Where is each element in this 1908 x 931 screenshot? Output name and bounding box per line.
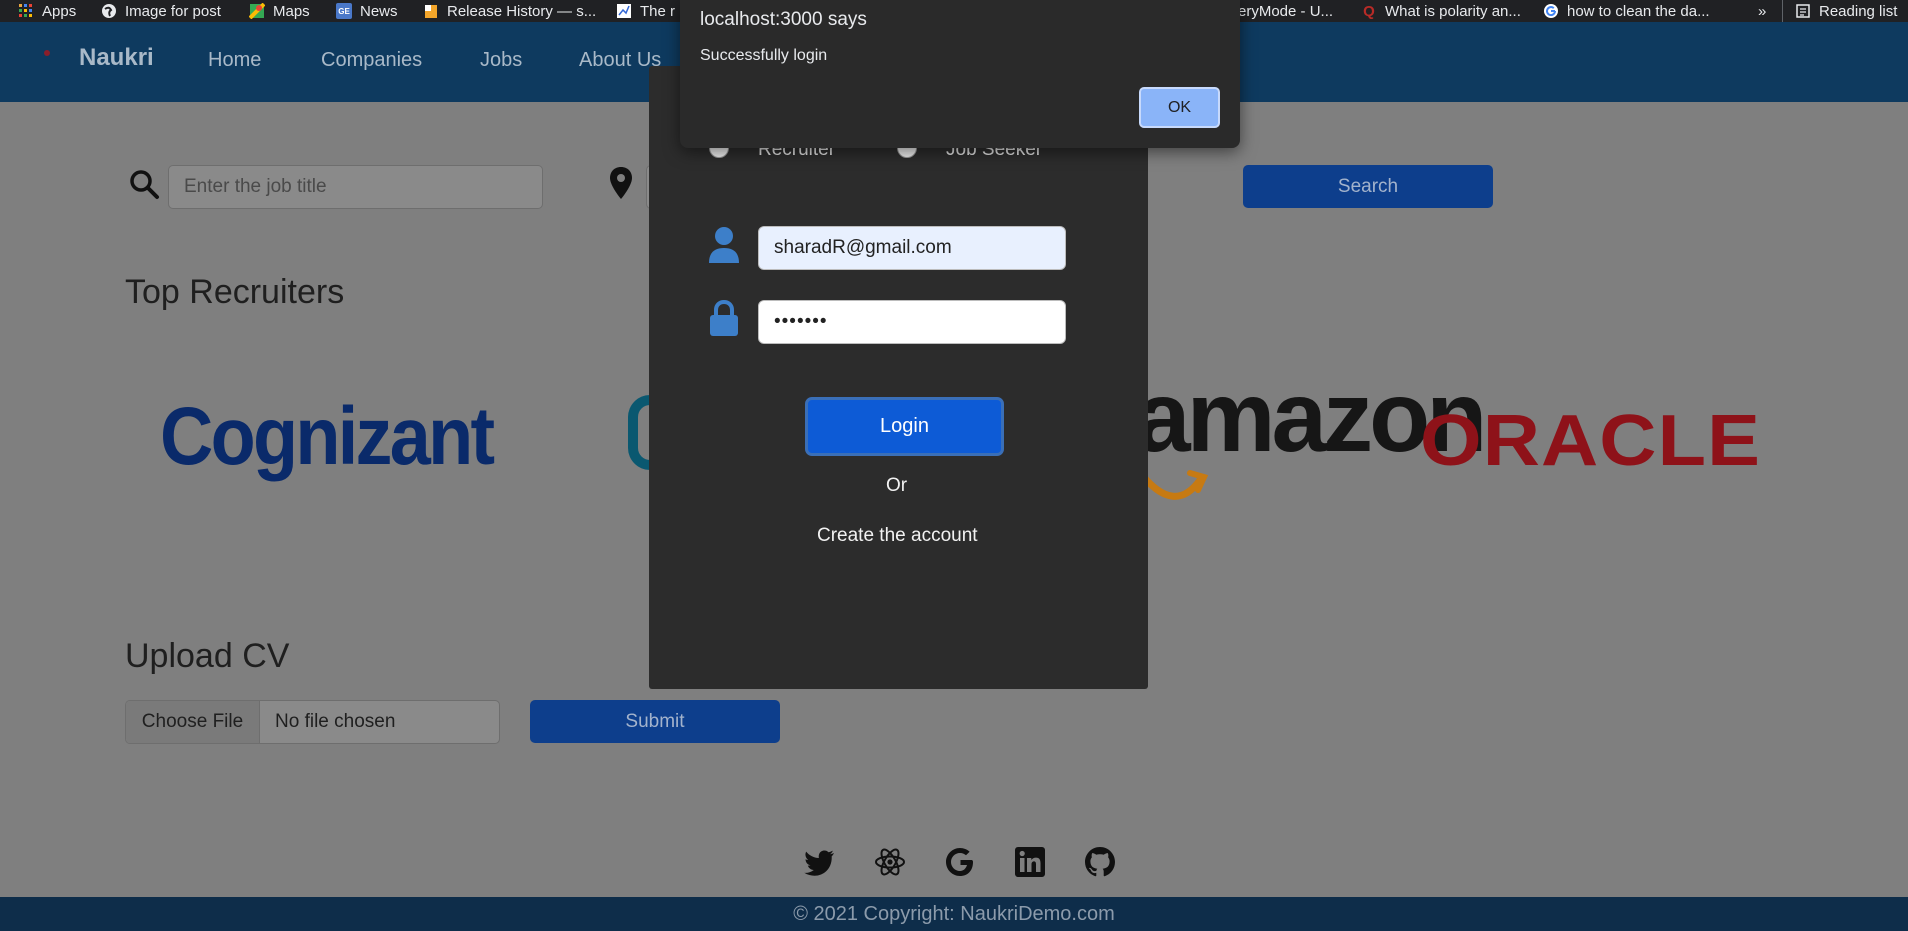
bookmark-news[interactable]: GE News (336, 0, 398, 22)
lock-icon (710, 299, 738, 336)
browser-alert-dialog: localhost:3000 says Successfully login O… (680, 0, 1240, 148)
cognizant-logo: Cognizant (160, 391, 495, 482)
bookmark-label: Image for post (125, 2, 221, 20)
choose-file-button[interactable]: Choose File (126, 701, 260, 743)
bookmark-label: The r (640, 2, 676, 20)
bookmark-label: » (1758, 2, 1767, 20)
search-button[interactable]: Search (1243, 165, 1493, 208)
maps-icon (249, 3, 265, 19)
create-account-link[interactable]: Create the account (817, 525, 978, 547)
alert-message: Successfully login (700, 47, 828, 64)
bookmark-querymode[interactable]: eryMode - U... (1238, 0, 1333, 22)
nav-home[interactable]: Home (208, 49, 261, 72)
bookmarks-overflow-button[interactable]: » (1758, 0, 1766, 22)
twitter-icon[interactable] (804, 846, 836, 878)
partial-company-logo (628, 395, 650, 470)
top-recruiters-heading: Top Recruiters (125, 273, 345, 311)
chart-icon (616, 3, 632, 19)
bookmark-label: Reading list (1819, 2, 1898, 20)
reading-list-icon (1795, 3, 1811, 19)
email-input[interactable]: sharadR@gmail.com (758, 226, 1066, 270)
or-separator: Or (886, 475, 908, 496)
password-input[interactable]: ••••••• (758, 300, 1066, 344)
bookmark-label: News (360, 2, 398, 20)
oracle-logo: ORACLE (1420, 401, 1761, 481)
amazon-smile-icon (1140, 470, 1209, 500)
bookmark-label: Release History — s... (447, 2, 597, 20)
password-value: ••••••• (774, 311, 828, 332)
bookmark-maps[interactable]: Maps (249, 0, 310, 22)
apps-grid-icon (18, 3, 34, 19)
react-icon[interactable] (874, 846, 906, 878)
bookmark-label: how to clean the da... (1567, 2, 1710, 20)
alert-title: localhost:3000 says (700, 9, 867, 30)
bookmark-label: What is polarity an... (1385, 2, 1521, 20)
email-value: sharadR@gmail.com (774, 237, 952, 258)
alert-ok-button[interactable]: OK (1139, 87, 1220, 128)
login-modal (649, 66, 1148, 689)
location-pin-icon (610, 167, 632, 199)
google-icon[interactable] (944, 846, 976, 878)
bookmark-polarity[interactable]: Q What is polarity an... (1361, 0, 1521, 22)
job-title-input[interactable]: Enter the job title (168, 165, 543, 209)
search-icon (130, 170, 159, 199)
bookmark-icon (423, 3, 439, 19)
bookmark-apps[interactable]: Apps (18, 0, 76, 22)
linkedin-icon[interactable] (1014, 846, 1046, 878)
globe-icon (101, 3, 117, 19)
brand-logo-icon (44, 50, 50, 56)
bookmark-clean-data[interactable]: how to clean the da... (1543, 0, 1710, 22)
google-icon (1543, 3, 1559, 19)
footer: © 2021 Copyright: NaukriDemo.com (0, 897, 1908, 931)
file-name-status: No file chosen (275, 711, 396, 732)
bookmark-label: eryMode - U... (1238, 2, 1334, 20)
github-icon[interactable] (1084, 846, 1116, 878)
cv-file-input[interactable]: Choose File No file chosen (125, 700, 500, 744)
news-icon: GE (336, 3, 352, 19)
user-icon (709, 227, 739, 263)
job-title-placeholder: Enter the job title (184, 176, 327, 197)
login-button[interactable]: Login (805, 397, 1004, 456)
submit-cv-button[interactable]: Submit (530, 700, 780, 743)
quora-icon: Q (1363, 2, 1375, 20)
nav-companies[interactable]: Companies (321, 49, 422, 72)
brand-name[interactable]: Naukri (79, 44, 154, 72)
nav-jobs[interactable]: Jobs (480, 49, 522, 72)
bookmark-image-for-post[interactable]: Image for post (101, 0, 221, 22)
upload-cv-heading: Upload CV (125, 637, 290, 675)
bookmark-the-r[interactable]: The r (616, 0, 675, 22)
copyright-text: © 2021 Copyright: NaukriDemo.com (793, 902, 1115, 925)
bookmark-label: Maps (273, 2, 310, 20)
bookmark-release-history[interactable]: Release History — s... (423, 0, 596, 22)
reading-list-button[interactable]: Reading list (1782, 0, 1897, 22)
bookmark-label: Apps (42, 2, 77, 20)
